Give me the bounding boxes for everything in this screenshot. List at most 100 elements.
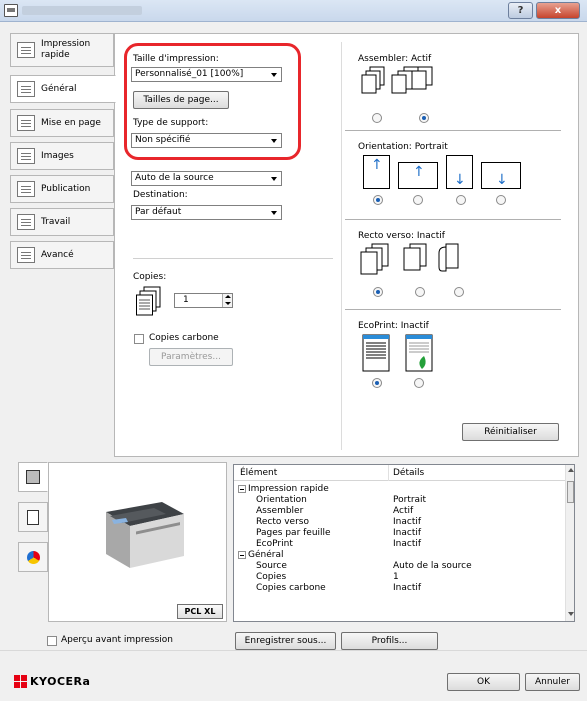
chevron-down-icon [271,211,277,215]
scroll-thumb[interactable] [567,481,574,503]
orientation-landscape-radio[interactable] [413,195,423,205]
preview-tab-strip [18,462,48,622]
row-element: Assembler [256,506,304,516]
divider [345,130,561,131]
cancel-button[interactable]: Annuler [525,673,580,691]
orientation-portrait-rotated-radio[interactable] [456,195,466,205]
collate-label: Assembler: Actif [358,54,432,64]
tab-label: Avancé [41,249,74,260]
row-element: Recto verso [256,517,309,527]
collate-off-radio[interactable] [372,113,382,123]
list-item[interactable]: Pages par feuille Inactif [234,528,565,539]
printer-app-icon [4,4,18,17]
list-header: Élément Détails [234,465,565,481]
list-item[interactable]: Orientation Portrait [234,495,565,506]
row-detail: 1 [393,572,399,582]
divider [345,219,561,220]
list-scrollbar[interactable] [565,465,574,621]
duplex-long-edge-radio[interactable] [415,287,425,297]
tab-label: Images [41,150,74,161]
ecoprint-off-radio[interactable] [372,378,382,388]
copies-label: Copies: [133,272,167,282]
list-item[interactable]: Source Auto de la source [234,561,565,572]
tab-advanced[interactable]: Avancé [10,241,114,269]
row-detail: Inactif [393,517,422,527]
media-type-select[interactable]: Non spécifié [131,133,282,148]
advanced-icon [17,247,35,263]
carbon-copies-label: Copies carbone [149,333,219,343]
column-header-details[interactable]: Détails [393,468,424,478]
list-item[interactable]: EcoPrint Inactif [234,539,565,550]
duplex-short-edge-radio[interactable] [454,287,464,297]
row-detail: Actif [393,506,414,516]
tab-publication[interactable]: Publication [10,175,114,203]
window-title-redacted [22,6,142,15]
tab-quick-print[interactable]: Impression rapide [10,33,114,67]
list-item[interactable]: Assembler Actif [234,506,565,517]
print-size-label: Taille d'impression: [133,54,219,64]
landscape-page-icon: ↑ [398,162,438,189]
tab-images[interactable]: Images [10,142,114,170]
scroll-down-icon[interactable] [568,612,574,616]
source-value: Auto de la source [135,173,214,183]
list-item[interactable]: Copies 1 [234,572,565,583]
scroll-up-icon[interactable] [568,468,574,472]
duplex-off-radio[interactable] [373,287,383,297]
tab-layout[interactable]: Mise en page [10,109,114,137]
tab-label: Travail [41,216,71,227]
collapse-icon[interactable] [238,551,246,559]
tab-printer-preview[interactable] [18,462,48,492]
collate-options-icon [361,66,433,94]
tab-color-preview[interactable] [18,542,48,572]
duplex-label: Recto verso: Inactif [358,231,445,241]
row-detail: Portrait [393,495,427,505]
tab-general[interactable]: Général [10,75,116,103]
job-icon [17,214,35,230]
list-item[interactable]: Copies carbone Inactif [234,583,565,594]
printer-image-icon [106,502,184,568]
row-detail: Inactif [393,539,422,549]
images-icon [17,148,35,164]
list-item[interactable]: Recto verso Inactif [234,517,565,528]
orientation-portrait-radio[interactable] [373,195,383,205]
close-button[interactable]: x [536,2,580,19]
stepper-arrows-icon[interactable] [222,294,232,307]
page-sizes-button[interactable]: Tailles de page... [133,91,229,109]
help-button[interactable]: ? [508,2,533,19]
tab-job[interactable]: Travail [10,208,114,236]
row-element: Général [248,550,284,560]
print-size-select[interactable]: Personnalisé_01 [100%] [131,67,282,82]
collapse-icon[interactable] [238,485,246,493]
reset-button[interactable]: Réinitialiser [462,423,559,441]
copies-stepper[interactable]: 1 [174,293,233,308]
tab-label: Publication [41,183,91,194]
source-select[interactable]: Auto de la source [131,171,282,186]
destination-value: Par défaut [135,207,182,217]
list-group-row[interactable]: Général [234,550,565,561]
general-icon [17,81,35,97]
row-element: Source [256,561,287,571]
list-group-row[interactable]: Impression rapide [234,484,565,495]
chevron-down-icon [271,177,277,181]
orientation-label: Orientation: Portrait [358,142,448,152]
profiles-button[interactable]: Profils... [341,632,438,650]
publication-icon [17,181,35,197]
collate-on-radio[interactable] [419,113,429,123]
column-header-element[interactable]: Élément [240,468,277,478]
page-icon [27,509,39,525]
destination-select[interactable]: Par défaut [131,205,282,220]
carbon-copies-checkbox[interactable] [134,334,144,344]
save-as-button[interactable]: Enregistrer sous... [235,632,336,650]
duplex-options-icon [360,243,459,275]
orientation-landscape-rotated-radio[interactable] [496,195,506,205]
kyocera-logo: KYOCERa [14,675,90,688]
tab-page-preview[interactable] [18,502,48,532]
copies-value: 1 [183,295,189,305]
print-preview-checkbox[interactable] [47,636,57,646]
row-detail: Auto de la source [393,561,472,571]
ok-button[interactable]: OK [447,673,520,691]
ecoprint-on-radio[interactable] [414,378,424,388]
divider [133,258,333,259]
media-type-label: Type de support: [133,118,209,128]
settings-button[interactable]: Paramètres... [149,348,233,366]
